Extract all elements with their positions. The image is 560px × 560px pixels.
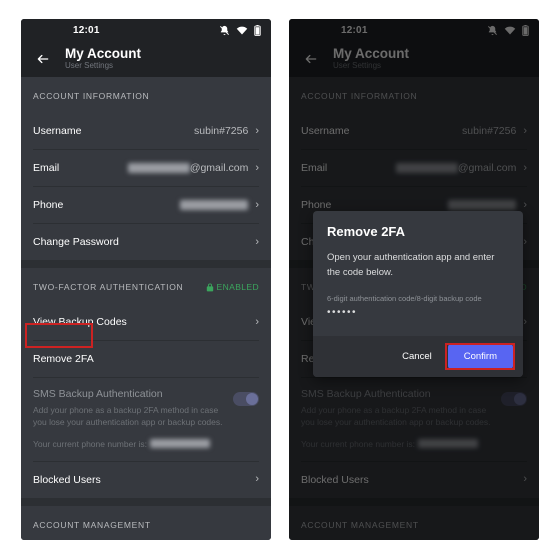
chevron-right-icon: › bbox=[523, 235, 527, 248]
username-value: subin#7256 › bbox=[194, 124, 259, 137]
chevron-right-icon: › bbox=[523, 473, 527, 486]
section-heading-account-management: ACCOUNT MANAGEMENT bbox=[301, 519, 419, 530]
page-subtitle: User Settings bbox=[65, 61, 114, 71]
wifi-icon bbox=[504, 26, 516, 34]
redacted-phone bbox=[448, 200, 517, 210]
chevron-right-icon: › bbox=[523, 124, 527, 137]
page-title: My Account bbox=[333, 46, 410, 62]
chevron-right-icon: › bbox=[255, 315, 259, 328]
section-separator bbox=[21, 260, 271, 268]
email-value: @gmail.com › bbox=[127, 161, 259, 174]
sms-texts: SMS Backup Authentication Add your phone… bbox=[301, 388, 501, 449]
chevron-right-icon: › bbox=[255, 161, 259, 174]
status-bar: 12:01 bbox=[289, 19, 539, 41]
header-texts: My Account User Settings bbox=[65, 47, 141, 71]
row-phone[interactable]: Phone › bbox=[21, 187, 271, 223]
section-heading-account-management: ACCOUNT MANAGEMENT bbox=[33, 519, 151, 530]
row-username[interactable]: Username subin#7256 › bbox=[21, 113, 271, 149]
battery-icon bbox=[522, 24, 529, 36]
row-remove-2fa[interactable]: Remove 2FA bbox=[21, 341, 271, 377]
username-value: subin#7256 › bbox=[462, 124, 527, 137]
battery-icon bbox=[254, 24, 261, 36]
remove-2fa-dialog: Remove 2FA Open your authentication app … bbox=[313, 211, 523, 378]
chevron-right-icon: › bbox=[255, 124, 259, 137]
redacted-sms-phone bbox=[418, 439, 479, 449]
app-header: My Account User Settings bbox=[289, 41, 539, 77]
sms-backup-authentication: SMS Backup Authentication Add your phone… bbox=[21, 378, 271, 461]
bell-muted-icon bbox=[220, 25, 229, 35]
sms-current-phone: Your current phone number is: bbox=[33, 439, 223, 449]
chevron-right-icon: › bbox=[255, 198, 259, 211]
sms-title: SMS Backup Authentication bbox=[33, 388, 163, 400]
redacted-email bbox=[127, 163, 190, 173]
dialog-title: Remove 2FA bbox=[327, 224, 406, 239]
dialog-footer: Cancel Confirm bbox=[313, 336, 523, 378]
section-heading-account-information: ACCOUNT INFORMATION bbox=[301, 91, 418, 101]
page-subtitle: User Settings bbox=[333, 61, 382, 71]
section-heading-two-factor: TWO-FACTOR AUTHENTICATION ENABLED bbox=[33, 282, 259, 292]
status-time: 12:01 bbox=[73, 24, 100, 36]
back-arrow-icon bbox=[301, 49, 321, 69]
status-icons bbox=[219, 24, 261, 36]
row-change-password[interactable]: Change Password › bbox=[21, 224, 271, 260]
sms-backup-toggle bbox=[501, 392, 527, 406]
page-title: My Account bbox=[65, 46, 142, 62]
sms-backup-authentication: SMS Backup Authentication Add your phone… bbox=[289, 378, 539, 461]
confirm-button[interactable]: Confirm bbox=[447, 344, 513, 370]
sms-backup-toggle[interactable] bbox=[233, 392, 259, 406]
row-email[interactable]: Email @gmail.com › bbox=[21, 150, 271, 186]
status-icons bbox=[487, 24, 529, 36]
toggle-knob bbox=[514, 393, 526, 405]
chevron-right-icon: › bbox=[255, 473, 259, 486]
row-blocked-users: Blocked Users › bbox=[301, 473, 527, 486]
dialog-description: Open your authentication app and enter t… bbox=[327, 252, 495, 278]
sms-description: Add your phone as a backup 2FA method in… bbox=[33, 405, 223, 428]
phone-value: › bbox=[180, 198, 259, 211]
chevron-right-icon: › bbox=[255, 235, 259, 248]
section-separator bbox=[289, 497, 539, 506]
auth-code-label: 6-digit authentication code/8-digit back… bbox=[327, 294, 482, 304]
section-separator bbox=[21, 497, 271, 506]
email-value: @gmail.com › bbox=[395, 161, 527, 174]
settings-content: ACCOUNT INFORMATION Username subin#7256 … bbox=[21, 77, 271, 540]
sms-texts: SMS Backup Authentication Add your phone… bbox=[33, 388, 233, 449]
app-header: My Account User Settings bbox=[21, 41, 271, 77]
wifi-icon bbox=[236, 26, 248, 34]
bell-muted-icon bbox=[488, 25, 497, 35]
toggle-knob bbox=[246, 393, 258, 405]
dialog-body: Open your authentication app and enter t… bbox=[313, 251, 523, 328]
status-time: 12:01 bbox=[341, 24, 368, 36]
row-blocked-users[interactable]: Blocked Users › bbox=[21, 462, 271, 498]
redacted-email bbox=[395, 163, 458, 173]
header-texts: My Account User Settings bbox=[333, 47, 409, 71]
chevron-right-icon: › bbox=[523, 161, 527, 174]
sms-title: SMS Backup Authentication bbox=[301, 388, 431, 400]
sms-current-phone: Your current phone number is: bbox=[301, 439, 491, 449]
cancel-button[interactable]: Cancel bbox=[392, 344, 442, 369]
lock-icon bbox=[206, 282, 213, 291]
back-arrow-icon[interactable] bbox=[33, 49, 53, 69]
redacted-sms-phone bbox=[150, 439, 211, 449]
row-view-backup-codes[interactable]: View Backup Codes › bbox=[21, 304, 271, 340]
row-username: Username subin#7256 › bbox=[301, 124, 527, 137]
auth-code-input[interactable]: •••••• bbox=[327, 307, 509, 318]
chevron-right-icon: › bbox=[523, 315, 527, 328]
phone-value: › bbox=[448, 198, 527, 211]
row-email: Email @gmail.com › bbox=[301, 161, 527, 174]
phone-panel-left: 12:01 My Account User Settings ACCOUNT I… bbox=[21, 19, 271, 540]
redacted-phone bbox=[180, 200, 249, 210]
status-bar: 12:01 bbox=[21, 19, 271, 41]
status-badge: ENABLED bbox=[206, 282, 259, 292]
section-heading-account-information: ACCOUNT INFORMATION bbox=[33, 91, 150, 101]
sms-description: Add your phone as a backup 2FA method in… bbox=[301, 405, 491, 428]
auth-code-field[interactable]: 6-digit authentication code/8-digit back… bbox=[327, 294, 509, 328]
chevron-right-icon: › bbox=[523, 198, 527, 211]
